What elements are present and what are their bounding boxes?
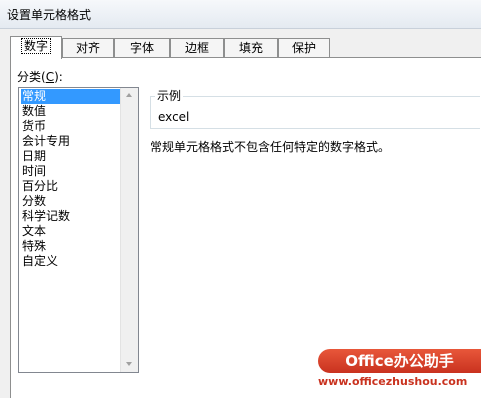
category-item-special[interactable]: 特殊 xyxy=(21,239,46,254)
tab-number[interactable]: 数字 xyxy=(10,36,62,59)
tab-fill[interactable]: 填充 xyxy=(224,38,278,57)
category-item-general[interactable]: 常规 xyxy=(21,89,121,104)
dialog-title: 设置单元格格式 xyxy=(7,8,92,22)
scroll-down-arrow-icon[interactable] xyxy=(126,362,132,366)
category-item-custom[interactable]: 自定义 xyxy=(21,254,58,269)
category-item-scientific[interactable]: 科学记数 xyxy=(21,209,70,224)
tab-alignment[interactable]: 对齐 xyxy=(62,38,114,57)
watermark-logo: Office办公助手 xyxy=(318,349,481,373)
category-item-date[interactable]: 日期 xyxy=(21,149,46,164)
watermark-url: www.officezhushou.com xyxy=(318,375,468,388)
category-item-accounting[interactable]: 会计专用 xyxy=(21,134,70,149)
format-description: 常规单元格格式不包含任何特定的数字格式。 xyxy=(150,140,391,154)
category-item-time[interactable]: 时间 xyxy=(21,164,46,179)
tab-border[interactable]: 边框 xyxy=(170,38,224,57)
category-item-percentage[interactable]: 百分比 xyxy=(21,179,58,194)
scroll-up-arrow-icon[interactable] xyxy=(126,93,132,97)
category-label: 分类(C): xyxy=(17,70,63,84)
category-item-number[interactable]: 数值 xyxy=(21,104,46,119)
category-item-fraction[interactable]: 分数 xyxy=(21,194,46,209)
category-listbox[interactable]: 常规 数值 货币 会计专用 日期 时间 百分比 分数 科学记数 文本 特殊 自定… xyxy=(18,87,139,373)
tab-font[interactable]: 字体 xyxy=(114,38,170,57)
title-bar: 设置单元格格式 xyxy=(0,0,481,29)
category-scrollbar[interactable] xyxy=(120,88,138,372)
sample-value: excel xyxy=(158,110,190,124)
tab-protection[interactable]: 保护 xyxy=(278,38,330,57)
category-item-currency[interactable]: 货币 xyxy=(21,119,46,134)
sample-groupbox xyxy=(150,96,480,129)
sample-legend: 示例 xyxy=(155,87,184,104)
category-item-text[interactable]: 文本 xyxy=(21,224,46,239)
